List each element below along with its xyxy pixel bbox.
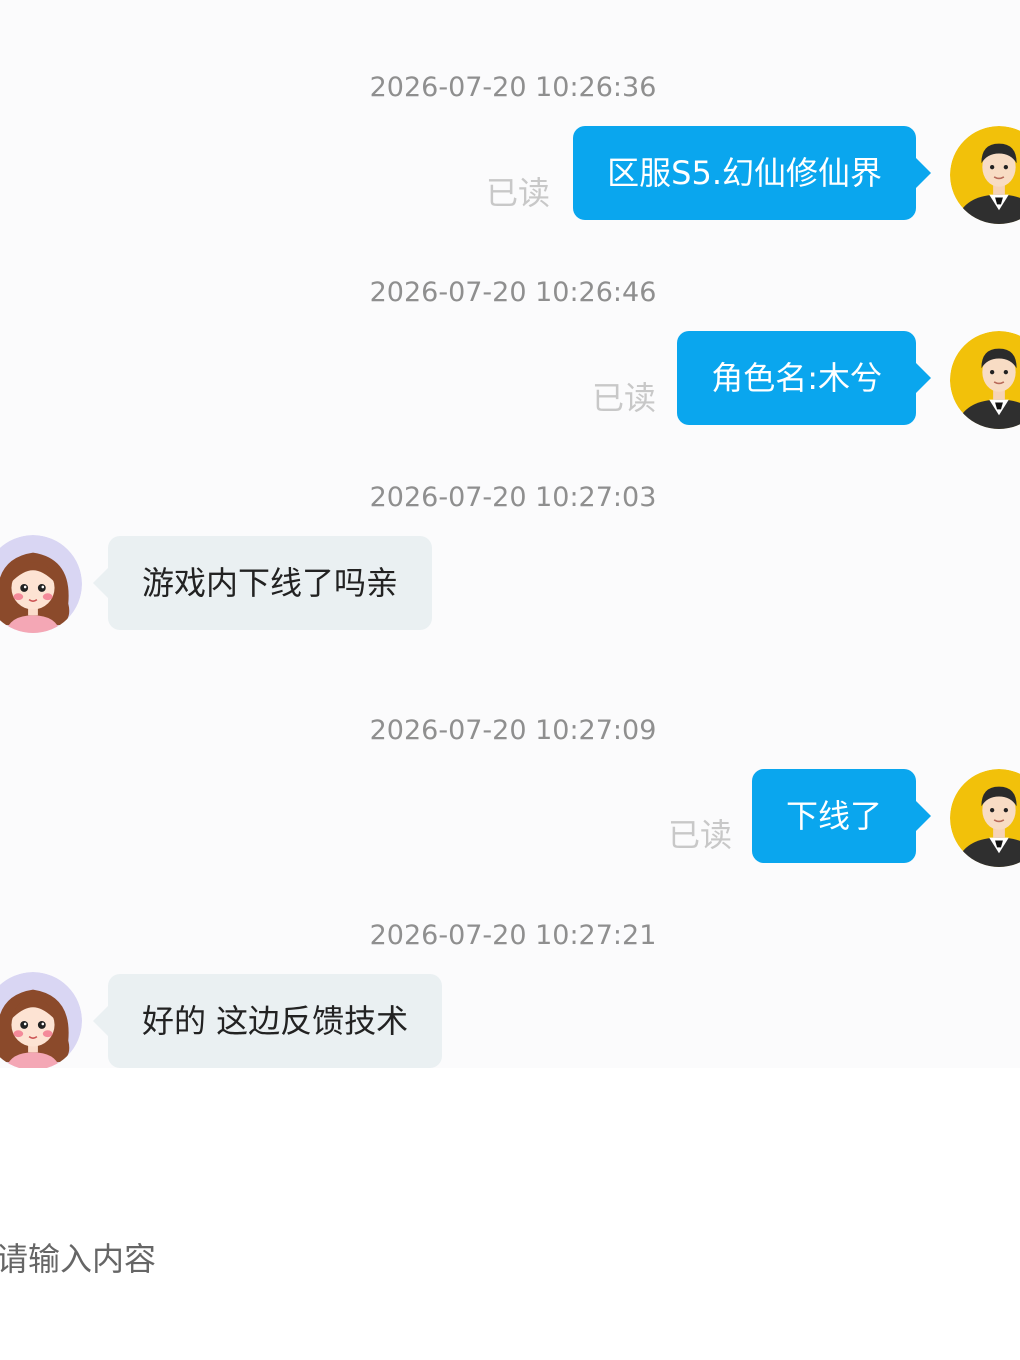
- message-input[interactable]: [0, 1236, 896, 1282]
- read-receipt: 已读: [486, 174, 551, 212]
- incoming-message-bubble[interactable]: 游戏内下线了吗亲: [92, 536, 433, 630]
- outgoing-message-bubble[interactable]: 角色名:木兮: [677, 331, 931, 425]
- message-timestamp: 2026-07-20 10:26:36: [369, 72, 657, 103]
- agent-avatar-icon[interactable]: [0, 972, 82, 1068]
- chat-message-list[interactable]: 2026-07-20 10:26:36 已读 区服S5.幻仙修仙界 2026-0…: [0, 0, 1020, 1068]
- agent-avatar-icon[interactable]: [0, 535, 82, 633]
- input-bar: [0, 1068, 1020, 1360]
- read-receipt: 已读: [668, 816, 733, 854]
- message-timestamp: 2026-07-20 10:27:03: [369, 482, 657, 513]
- user-avatar-icon[interactable]: [950, 126, 1020, 224]
- outgoing-message-bubble[interactable]: 下线了: [751, 769, 932, 863]
- message-timestamp: 2026-07-20 10:27:09: [369, 715, 657, 746]
- incoming-message-bubble[interactable]: 好的 这边反馈技术: [92, 974, 443, 1068]
- user-avatar-icon[interactable]: [950, 331, 1020, 429]
- read-receipt: 已读: [592, 379, 657, 417]
- message-timestamp: 2026-07-20 10:26:46: [369, 277, 657, 308]
- outgoing-message-bubble[interactable]: 区服S5.幻仙修仙界: [573, 126, 931, 220]
- user-avatar-icon[interactable]: [950, 769, 1020, 867]
- message-timestamp: 2026-07-20 10:27:21: [369, 920, 657, 951]
